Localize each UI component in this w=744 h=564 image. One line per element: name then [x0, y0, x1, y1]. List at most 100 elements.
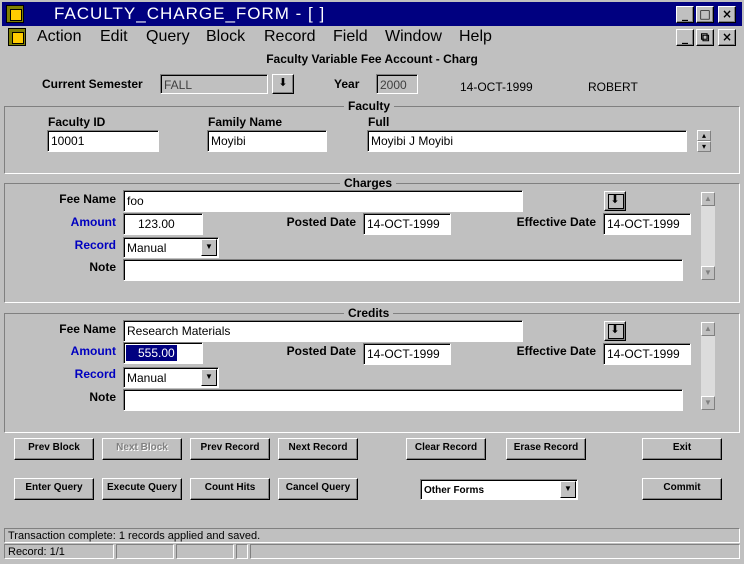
menu-window[interactable]: Window [385, 28, 442, 46]
credits-effective-date-label: Effective Date [516, 344, 596, 358]
down-arrow-icon: ⬇ [278, 77, 288, 89]
menu-edit[interactable]: Edit [100, 28, 128, 46]
cancel-query-button[interactable]: Cancel Query [278, 478, 358, 500]
credits-posted-date-field[interactable]: 14-OCT-1999 [363, 343, 451, 365]
menu-record[interactable]: Record [264, 28, 316, 46]
year-label: Year [334, 77, 360, 91]
faculty-id-label: Faculty ID [48, 115, 106, 129]
menu-bar: Action Edit Query Block Record Field Win… [2, 26, 742, 50]
other-forms-select[interactable]: Other Forms ▼ [420, 479, 578, 500]
charges-title: Charges [340, 176, 397, 190]
charges-record-value: Manual [127, 241, 167, 255]
status-message: Transaction complete: 1 records applied … [4, 528, 740, 543]
year-field[interactable]: 2000 [376, 74, 418, 94]
minimize-button[interactable]: _ [676, 6, 694, 23]
dropdown-arrow-icon[interactable]: ▼ [201, 369, 217, 386]
faculty-title: Faculty [344, 99, 395, 113]
down-arrow-icon: ⬇ [610, 194, 620, 206]
menu-action[interactable]: Action [37, 28, 81, 46]
credits-amount-label: Amount [70, 344, 116, 358]
record-indicator: Record: 1/1 [4, 544, 114, 559]
faculty-id-field[interactable]: 10001 [47, 130, 159, 152]
doc-minimize-button[interactable]: _ [676, 29, 694, 46]
dropdown-arrow-icon[interactable]: ▼ [201, 239, 217, 256]
family-name-field[interactable]: Moyibi [207, 130, 327, 152]
charges-record-label: Record [74, 238, 116, 252]
credits-note-field[interactable] [123, 389, 683, 411]
window-title: FACULTY_CHARGE_FORM - [ ] [54, 4, 326, 23]
charges-effective-date-field[interactable]: 14-OCT-1999 [603, 213, 691, 235]
family-name-label: Family Name [208, 115, 283, 129]
semester-lov-button[interactable]: ⬇ [272, 74, 294, 94]
credits-amount-value: 555.00 [126, 345, 177, 361]
full-name-label: Full [368, 115, 390, 129]
charges-note-field[interactable] [123, 259, 683, 281]
charges-fee-lov-button[interactable]: ⬇ [604, 191, 626, 211]
doc-restore-button[interactable]: ⧉ [696, 29, 714, 46]
semester-label: Current Semester [42, 77, 143, 91]
dropdown-arrow-icon[interactable]: ▼ [560, 481, 576, 498]
prev-block-button[interactable]: Prev Block [14, 438, 94, 460]
status-bar: Transaction complete: 1 records applied … [2, 528, 742, 562]
count-hits-button[interactable]: Count Hits [190, 478, 270, 500]
close-button[interactable]: × [718, 6, 736, 23]
form-heading: Faculty Variable Fee Account - Charg [266, 52, 478, 66]
charges-amount-label: Amount [70, 215, 116, 229]
title-bar: FACULTY_CHARGE_FORM - [ ] _ □ × [2, 2, 742, 26]
scroll-up-icon[interactable]: ▲ [701, 192, 715, 206]
current-user: ROBERT [588, 80, 638, 94]
doc-close-button[interactable]: × [718, 29, 736, 46]
menu-query[interactable]: Query [146, 28, 190, 46]
status-cell [236, 544, 248, 559]
charges-record-select[interactable]: Manual ▼ [123, 237, 219, 258]
credits-amount-field[interactable]: 555.00 [123, 342, 203, 364]
down-arrow-icon: ⬇ [610, 324, 620, 336]
clear-record-button[interactable]: Clear Record [406, 438, 486, 460]
credits-fee-name-field[interactable]: Research Materials [123, 320, 523, 342]
credits-note-label: Note [89, 390, 116, 404]
charges-scrollbar[interactable]: ▲ ▼ [700, 191, 716, 281]
other-forms-value: Other Forms [424, 485, 485, 496]
credits-title: Credits [344, 306, 394, 320]
next-record-button[interactable]: Next Record [278, 438, 358, 460]
scroll-down-icon[interactable]: ▼ [701, 266, 715, 280]
exit-button[interactable]: Exit [642, 438, 722, 460]
maximize-button[interactable]: □ [696, 6, 714, 23]
faculty-scroll-up-icon[interactable]: ▴ [697, 130, 711, 141]
credits-record-value: Manual [127, 371, 167, 385]
execute-query-button[interactable]: Execute Query [102, 478, 182, 500]
full-name-field[interactable]: Moyibi J Moyibi [367, 130, 687, 152]
charges-note-label: Note [89, 260, 116, 274]
credits-effective-date-field[interactable]: 14-OCT-1999 [603, 343, 691, 365]
current-date: 14-OCT-1999 [460, 80, 533, 94]
erase-record-button[interactable]: Erase Record [506, 438, 586, 460]
enter-query-button[interactable]: Enter Query [14, 478, 94, 500]
next-block-button[interactable]: Next Block [102, 438, 182, 460]
credits-fee-lov-button[interactable]: ⬇ [604, 321, 626, 341]
menu-block[interactable]: Block [206, 28, 245, 46]
credits-record-label: Record [74, 367, 116, 381]
menu-field[interactable]: Field [333, 28, 368, 46]
charges-posted-date-label: Posted Date [286, 215, 356, 229]
status-cell [250, 544, 740, 559]
document-icon[interactable] [8, 28, 26, 46]
prev-record-button[interactable]: Prev Record [190, 438, 270, 460]
credits-fee-name-label: Fee Name [59, 322, 116, 336]
charges-posted-date-field[interactable]: 14-OCT-1999 [363, 213, 451, 235]
commit-button[interactable]: Commit [642, 478, 722, 500]
status-cell [116, 544, 174, 559]
status-cell [176, 544, 234, 559]
charges-fee-name-field[interactable]: foo [123, 190, 523, 212]
scroll-up-icon[interactable]: ▲ [701, 322, 715, 336]
credits-scrollbar[interactable]: ▲ ▼ [700, 321, 716, 411]
faculty-scroll-down-icon[interactable]: ▾ [697, 141, 711, 152]
scroll-down-icon[interactable]: ▼ [701, 396, 715, 410]
credits-posted-date-label: Posted Date [286, 344, 356, 358]
charges-fee-name-label: Fee Name [59, 192, 116, 206]
menu-help[interactable]: Help [459, 28, 492, 46]
charges-amount-field[interactable]: 123.00 [123, 213, 203, 235]
semester-field[interactable]: FALL [160, 74, 268, 94]
charges-effective-date-label: Effective Date [516, 215, 596, 229]
credits-record-select[interactable]: Manual ▼ [123, 367, 219, 388]
app-icon[interactable] [6, 5, 24, 23]
